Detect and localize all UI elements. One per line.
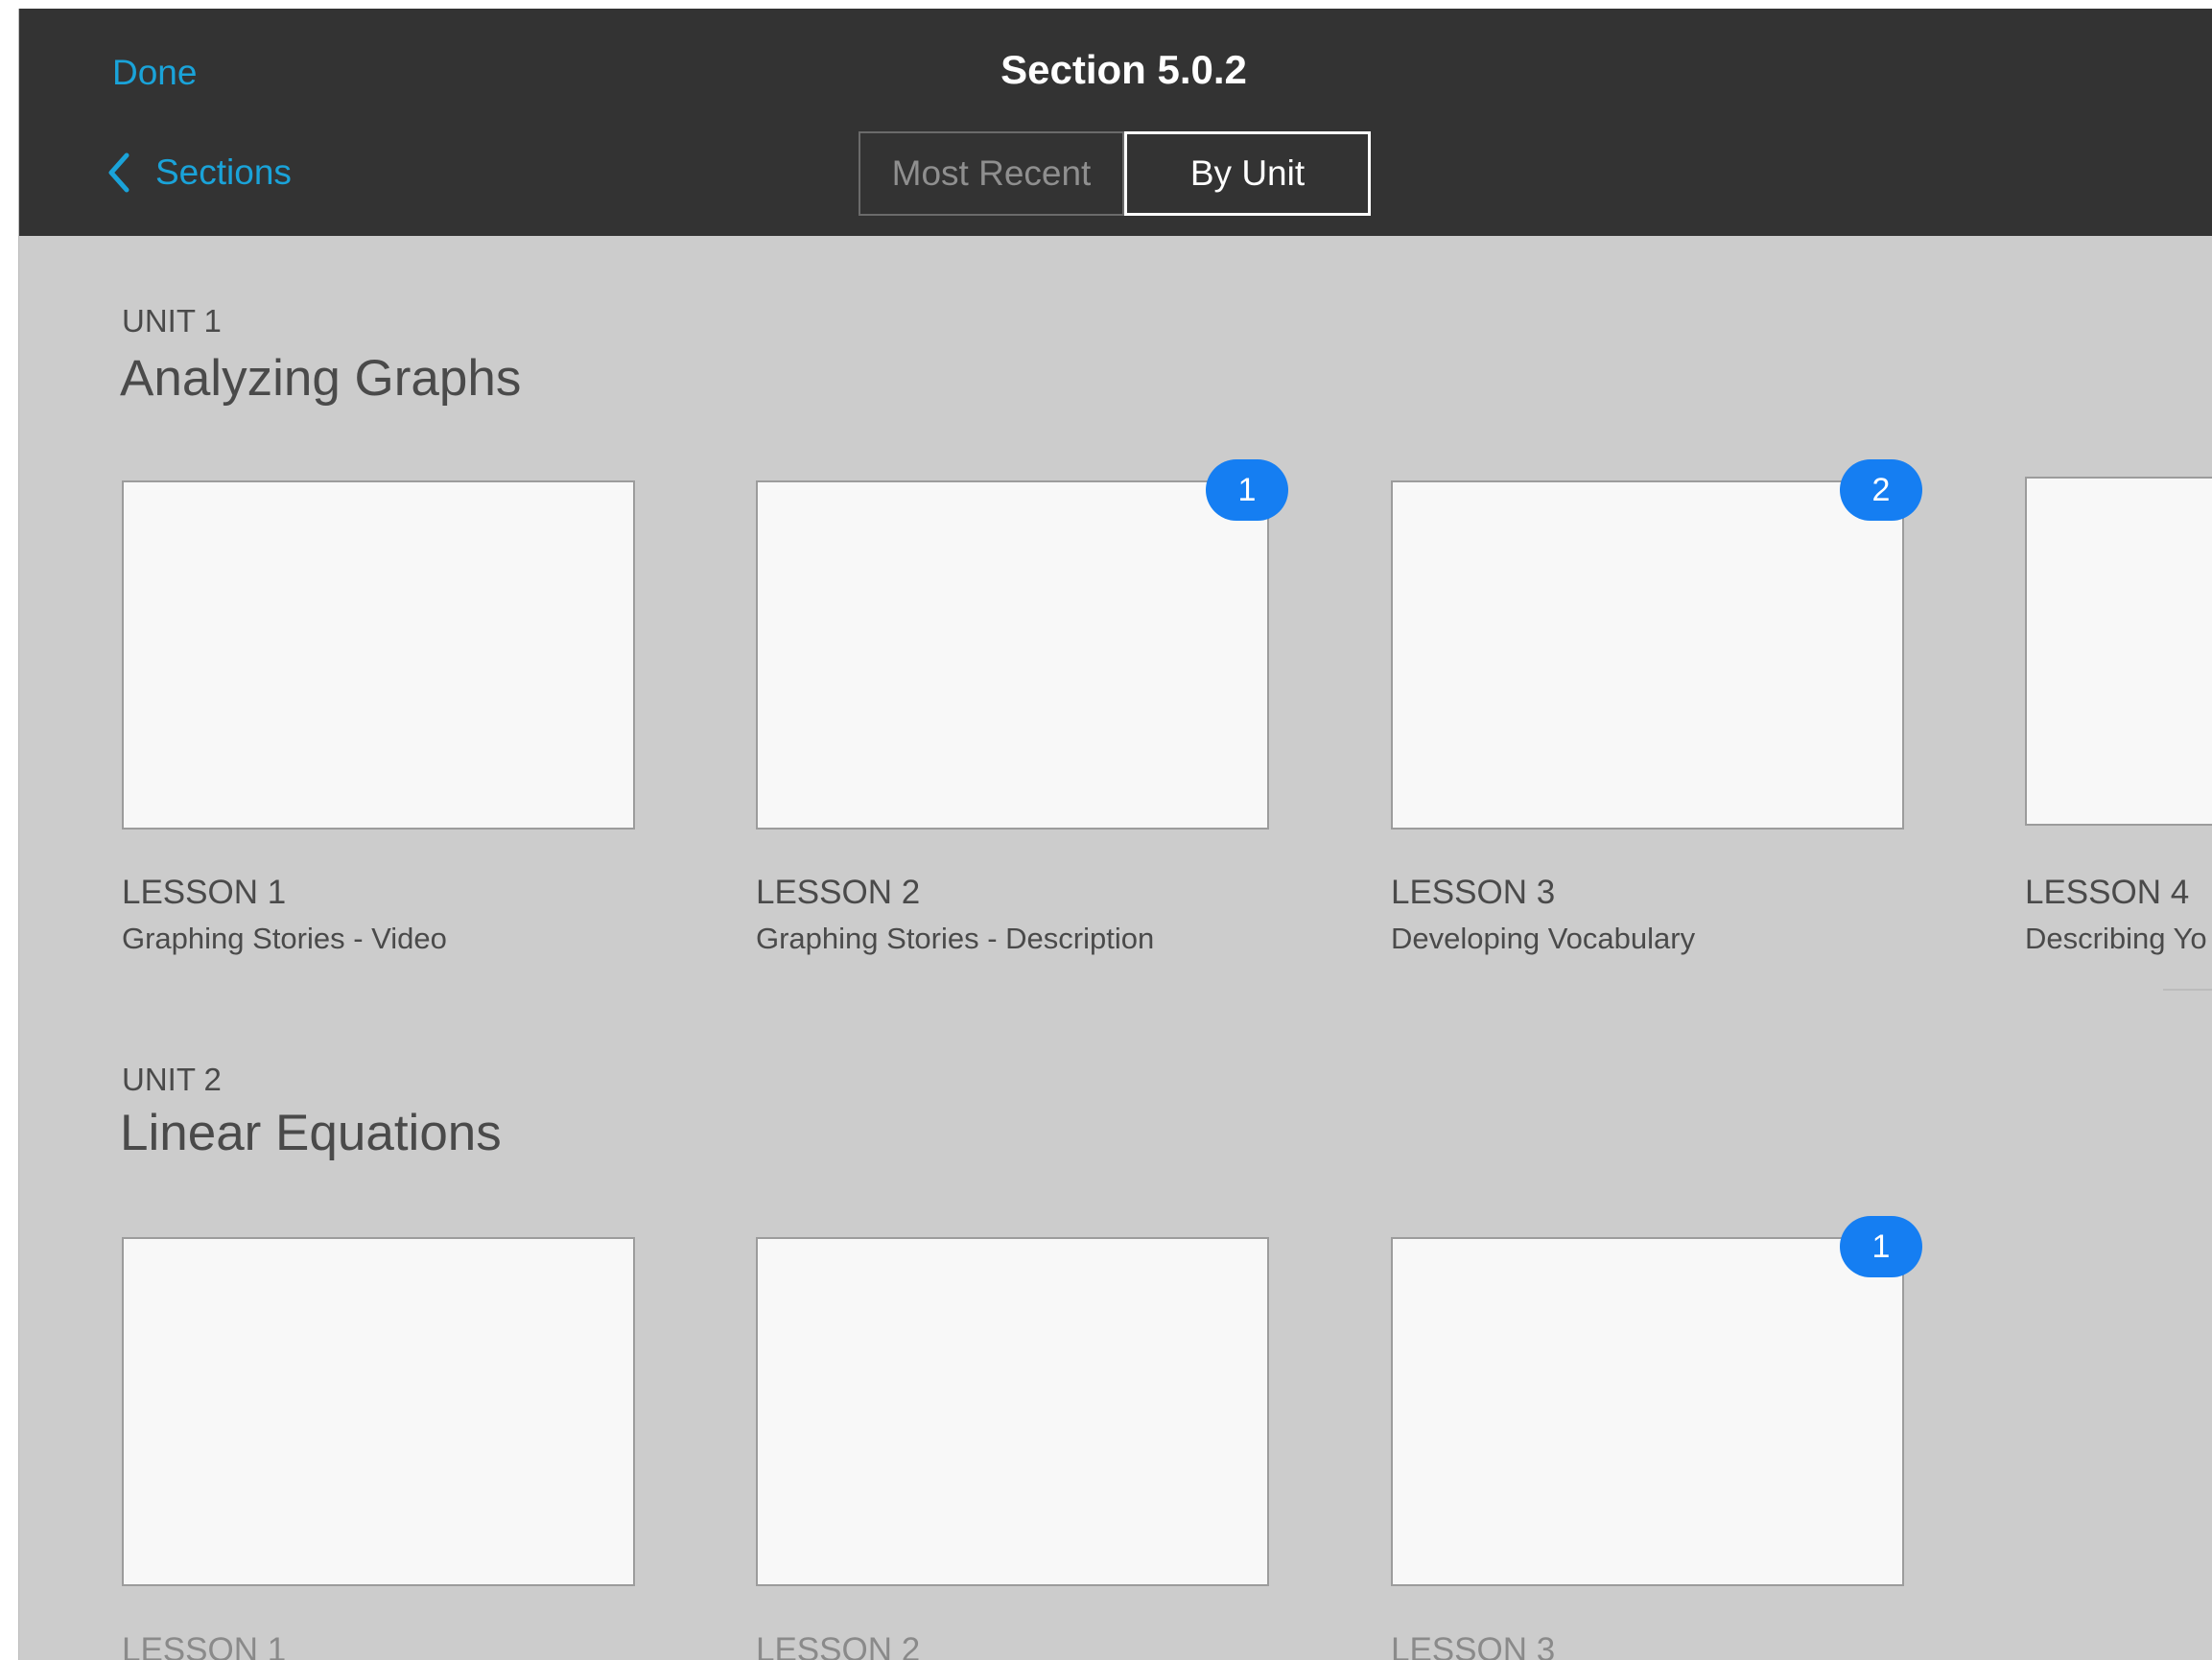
back-button-sections[interactable]: Sections bbox=[107, 149, 292, 197]
lesson-number: LESSON 1 bbox=[122, 874, 287, 911]
segment-by-unit[interactable]: By Unit bbox=[1124, 131, 1371, 216]
lesson-number: LESSON 2 bbox=[756, 874, 921, 911]
lesson-name: Graphing Stories - Video bbox=[122, 922, 447, 955]
unit-title: Linear Equations bbox=[120, 1105, 502, 1161]
app-window: Done Section 5.0.2 Sections Most Recent … bbox=[18, 9, 2212, 1660]
lesson-name: Developing Vocabulary bbox=[1391, 922, 1696, 955]
notification-badge: 1 bbox=[1840, 1216, 1922, 1277]
lesson-number: LESSON 3 bbox=[1391, 1631, 1556, 1660]
unit-label: UNIT 1 bbox=[122, 303, 222, 339]
lesson-card[interactable] bbox=[122, 1237, 635, 1586]
back-button-label: Sections bbox=[155, 152, 292, 192]
lesson-name: Graphing Stories - Description bbox=[756, 922, 1155, 955]
lesson-number: LESSON 2 bbox=[756, 1631, 921, 1660]
navigation-bar: Done Section 5.0.2 Sections Most Recent … bbox=[19, 9, 2212, 236]
lesson-card[interactable] bbox=[122, 480, 635, 830]
divider bbox=[2163, 989, 2212, 991]
segment-most-recent[interactable]: Most Recent bbox=[859, 131, 1124, 216]
lesson-number: LESSON 4 bbox=[2025, 874, 2190, 911]
notification-badge: 1 bbox=[1206, 459, 1288, 521]
unit-title: Analyzing Graphs bbox=[120, 350, 522, 407]
lesson-card[interactable] bbox=[1391, 480, 1904, 830]
lesson-number: LESSON 1 bbox=[122, 1631, 287, 1660]
page-title: Section 5.0.2 bbox=[1000, 47, 1247, 92]
notification-badge: 2 bbox=[1840, 459, 1922, 521]
lesson-name: Describing Yo bbox=[2025, 922, 2207, 955]
chevron-left-icon bbox=[108, 152, 129, 193]
lesson-card[interactable] bbox=[756, 480, 1269, 830]
view-segmented-control: Most Recent By Unit bbox=[859, 131, 1371, 216]
lesson-card[interactable] bbox=[2025, 477, 2212, 826]
lesson-card[interactable] bbox=[756, 1237, 1269, 1586]
unit-label: UNIT 2 bbox=[122, 1062, 222, 1097]
lesson-card[interactable] bbox=[1391, 1237, 1904, 1586]
lesson-number: LESSON 3 bbox=[1391, 874, 1556, 911]
